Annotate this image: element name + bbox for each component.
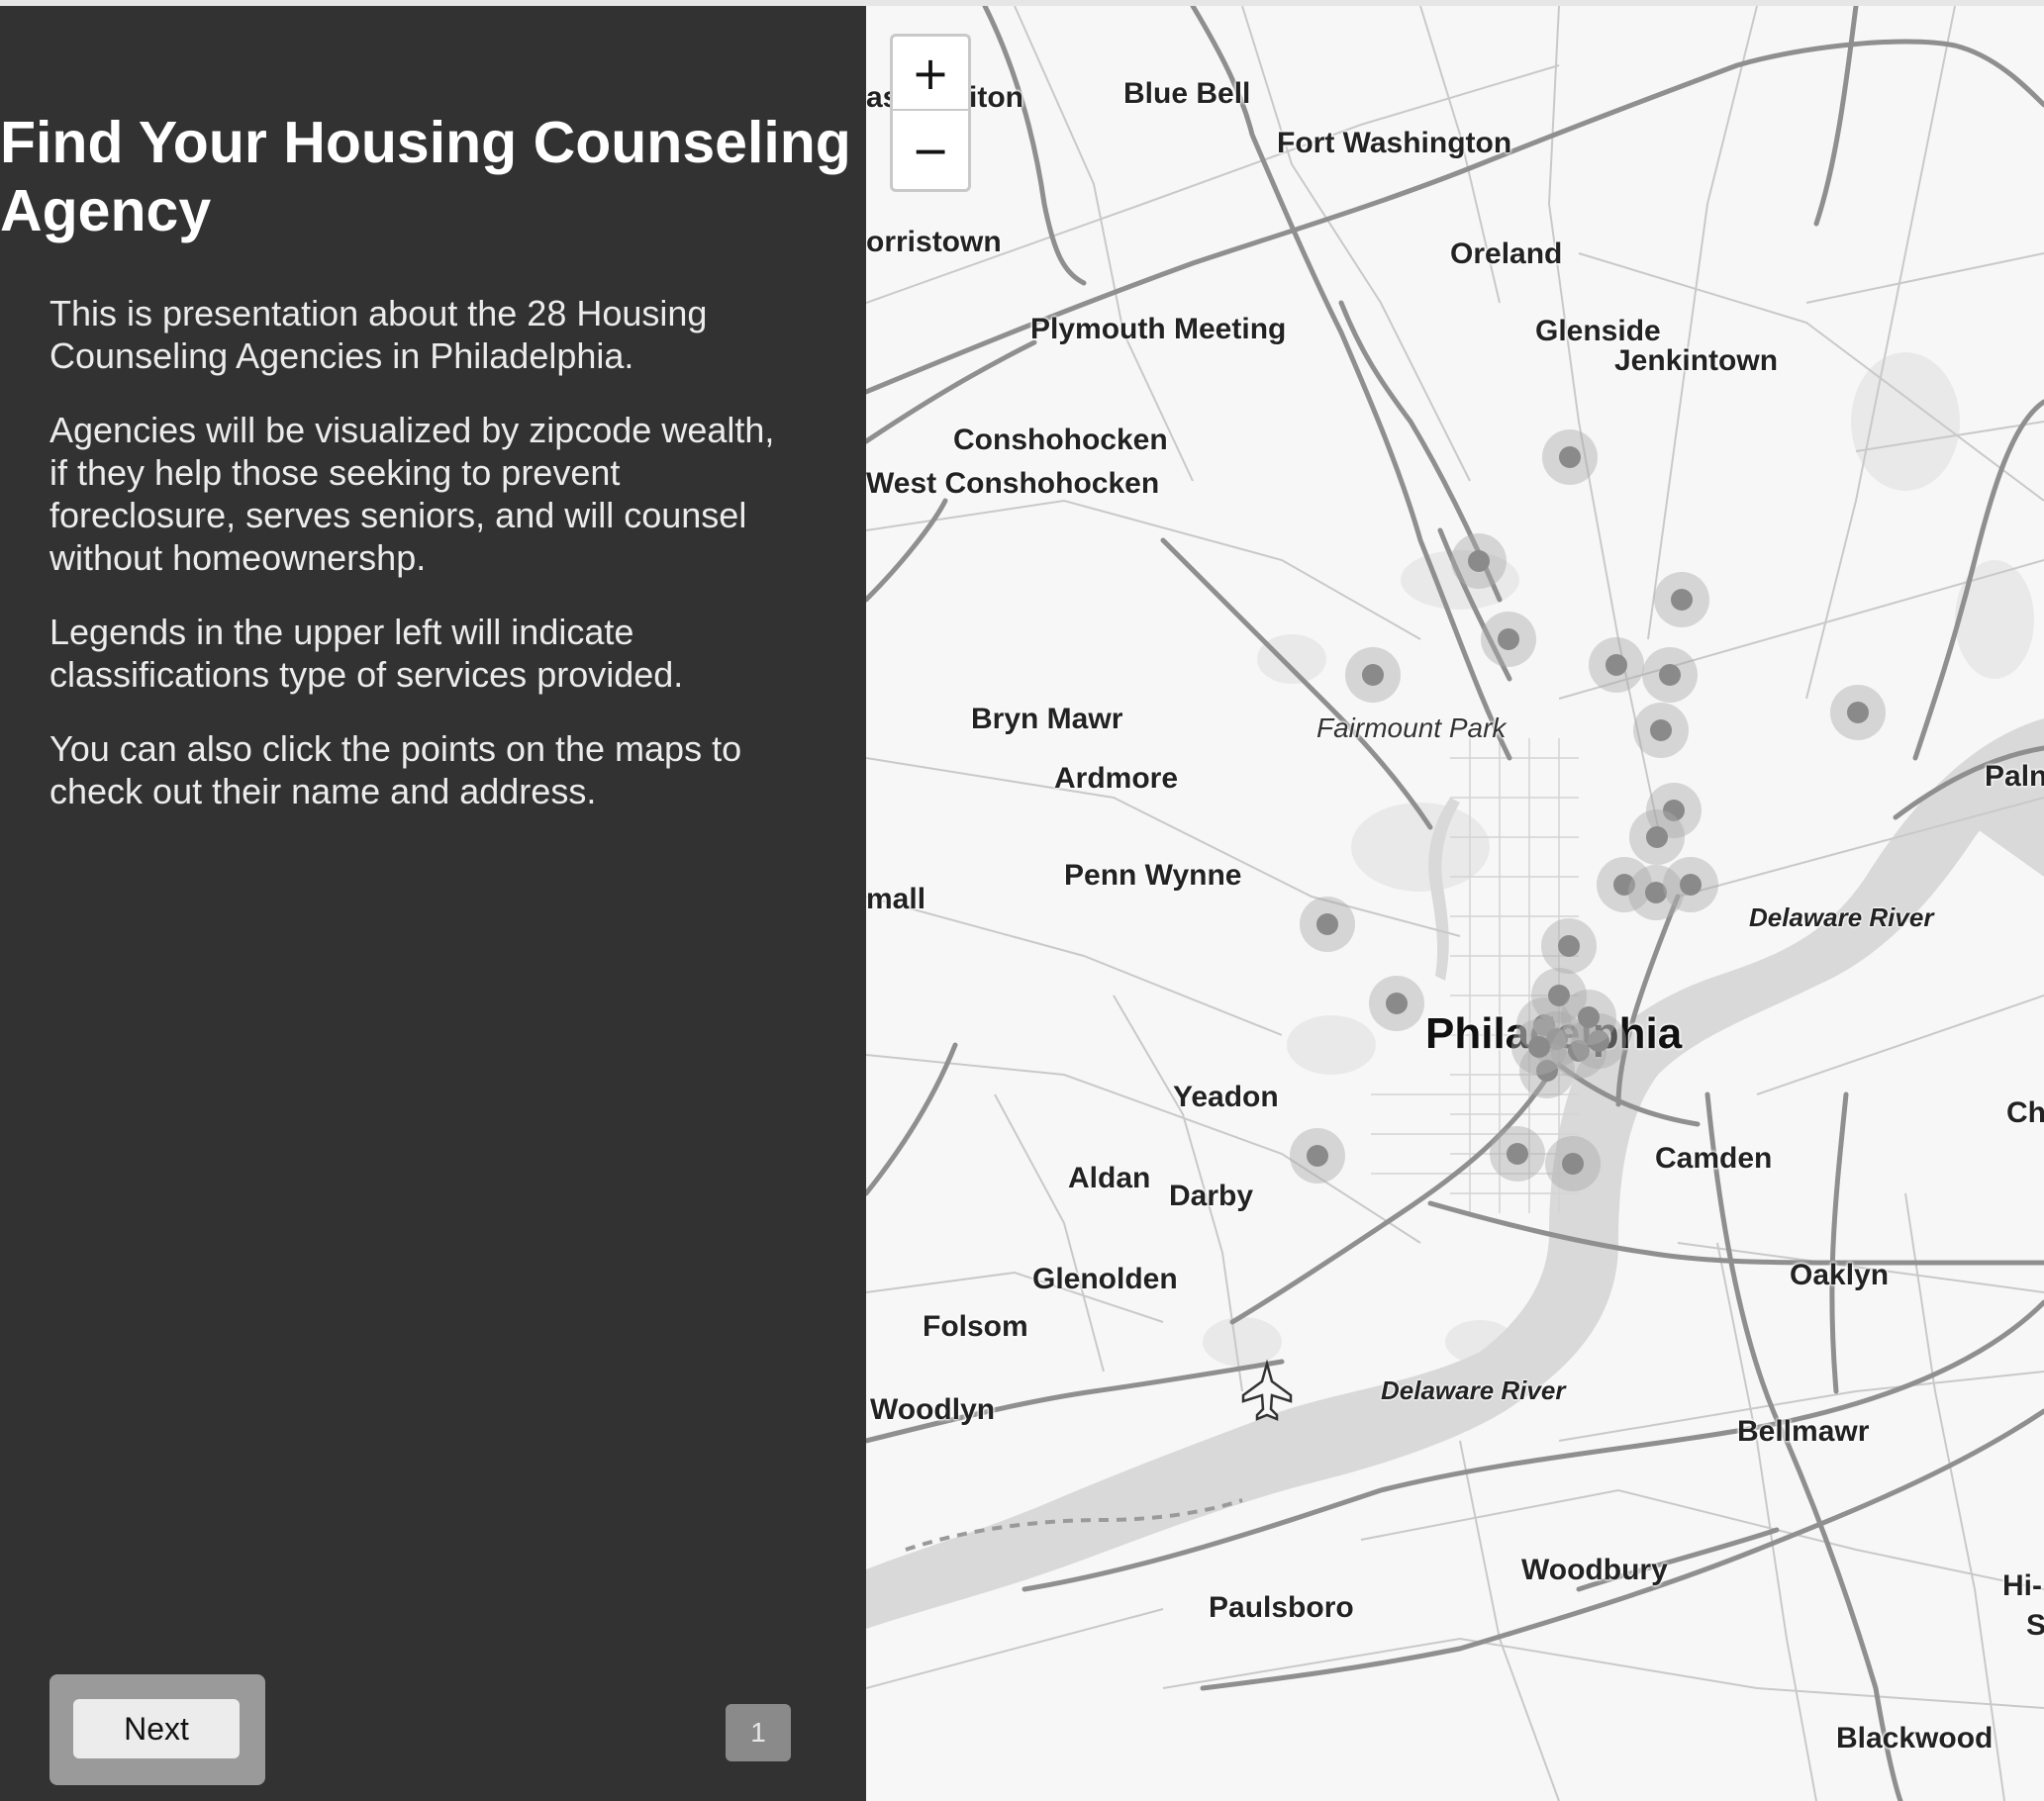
place-label: Folsom (923, 1310, 1028, 1343)
map-view[interactable]: ast iton Blue Bell Fort Washington orris… (866, 6, 2044, 1801)
agency-marker[interactable] (1345, 647, 1401, 703)
place-label: orristown (866, 226, 1002, 258)
agency-marker[interactable] (1300, 897, 1355, 952)
agency-marker[interactable] (1642, 647, 1698, 703)
marker-dot (1562, 1153, 1584, 1175)
page-title: Find Your Housing Counseling Agency (0, 110, 851, 243)
marker-dot (1847, 702, 1869, 723)
place-label: iton (969, 81, 1023, 114)
marker-dot (1558, 935, 1580, 957)
place-label: Darby (1169, 1180, 1254, 1212)
place-label: West Conshohocken (866, 467, 1160, 500)
place-label: Hi- (2002, 1569, 2042, 1602)
story-sidebar: Find Your Housing Counseling Agency This… (0, 6, 866, 1801)
marker-dot (1650, 719, 1672, 741)
place-label: Bellmawr (1737, 1415, 1870, 1448)
marker-dot (1528, 1036, 1550, 1058)
marker-dot (1362, 664, 1384, 686)
marker-dot (1606, 654, 1627, 676)
place-label: Fairmount Park (1316, 712, 1507, 743)
agency-marker[interactable] (1369, 976, 1424, 1031)
place-label: Paulsboro (1209, 1591, 1354, 1624)
agency-marker[interactable] (1663, 857, 1718, 912)
intro-paragraph: You can also click the points on the map… (49, 728, 742, 811)
agency-marker[interactable] (1633, 703, 1689, 758)
place-label: Aldan (1068, 1162, 1151, 1194)
place-label: Ch (2006, 1096, 2044, 1129)
page-number-badge: 1 (726, 1704, 791, 1761)
marker-dot (1316, 913, 1338, 935)
marker-dot (1578, 1006, 1600, 1028)
marker-dot (1559, 446, 1581, 468)
place-label: Plymouth Meeting (1030, 313, 1287, 345)
place-label: Glenolden (1032, 1263, 1178, 1295)
next-button[interactable]: Next (73, 1699, 240, 1758)
agency-marker[interactable] (1654, 572, 1709, 627)
place-label: Glenside (1535, 315, 1661, 347)
agency-marker[interactable] (1481, 612, 1536, 667)
place-label: Bryn Mawr (971, 703, 1123, 735)
agency-marker[interactable] (1290, 1128, 1345, 1184)
place-label: mall (866, 883, 926, 915)
place-label: Ardmore (1054, 762, 1179, 795)
place-label: Camden (1655, 1142, 1773, 1175)
zoom-in-button[interactable]: + (893, 37, 968, 111)
intro-paragraph: This is presentation about the 28 Housin… (49, 293, 708, 376)
zoom-out-button[interactable]: − (893, 113, 968, 187)
agency-marker[interactable] (1541, 918, 1597, 974)
marker-dot (1507, 1143, 1528, 1165)
marker-dot (1498, 628, 1519, 650)
marker-dot (1671, 589, 1693, 611)
next-button-container: Next (49, 1674, 265, 1785)
place-label: Woodlyn (870, 1393, 996, 1426)
marker-dot (1680, 874, 1702, 896)
place-label: Yeadon (1173, 1081, 1279, 1113)
agency-marker[interactable] (1561, 990, 1616, 1045)
intro-paragraph: Legends in the upper left will indicate … (49, 612, 684, 695)
intro-text: This is presentation about the 28 Housin… (49, 292, 802, 844)
marker-dot (1646, 826, 1668, 848)
agency-marker[interactable] (1545, 1136, 1601, 1191)
place-label: Paln (1985, 760, 2044, 793)
water-label: Delaware River (1381, 1375, 1566, 1405)
place-label: Oreland (1450, 237, 1563, 270)
place-label: Oaklyn (1790, 1259, 1890, 1291)
marker-dot (1307, 1145, 1328, 1167)
marker-dot (1468, 550, 1490, 572)
water-label: Delaware River (1749, 902, 1934, 932)
agency-marker[interactable] (1511, 1019, 1567, 1075)
place-label: Penn Wynne (1064, 859, 1242, 892)
place-label: Conshohocken (953, 424, 1168, 456)
zoom-control: + − (890, 34, 971, 192)
intro-paragraph: Agencies will be visualized by zipcode w… (49, 410, 775, 578)
agency-marker[interactable] (1451, 533, 1507, 589)
place-label: Fort Washington (1277, 127, 1512, 159)
marker-dot (1659, 664, 1681, 686)
place-label: Woodbury (1521, 1554, 1668, 1586)
agency-marker[interactable] (1542, 429, 1598, 485)
marker-dot (1386, 993, 1408, 1014)
place-label: Blue Bell (1123, 77, 1251, 110)
place-label: S (2026, 1609, 2044, 1642)
place-label: Blackwood (1836, 1722, 1994, 1754)
place-label: Jenkintown (1614, 344, 1779, 377)
agency-marker[interactable] (1589, 637, 1644, 693)
agency-marker[interactable] (1830, 685, 1886, 740)
agency-marker[interactable] (1490, 1126, 1545, 1182)
